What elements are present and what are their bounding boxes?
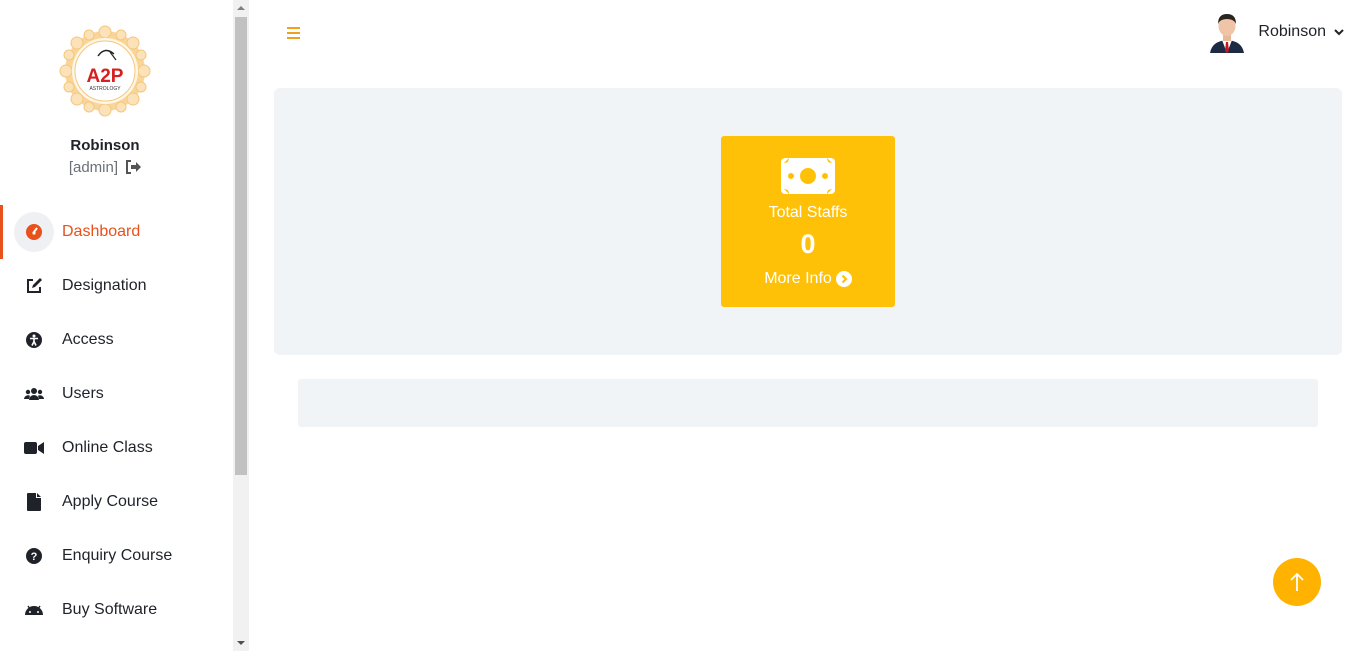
android-icon: [24, 601, 44, 619]
sidebar-item-access[interactable]: Access: [0, 313, 233, 367]
sidebar-item-label: Apply Course: [62, 493, 159, 510]
scroll-down-arrow-icon[interactable]: [233, 635, 249, 651]
sidebar: A2P ASTROLOGY Robinson [admin] Dashboard: [0, 0, 233, 651]
dashboard-gauge-icon: [24, 223, 44, 241]
sidebar-item-online-class[interactable]: Online Class: [0, 421, 233, 475]
stat-card-total-staffs[interactable]: Total Staffs 0 More Info: [721, 136, 895, 307]
sidebar-item-label: Online Class: [62, 439, 153, 456]
users-icon: [24, 385, 44, 403]
brand-logo[interactable]: A2P ASTROLOGY: [58, 24, 152, 118]
sidebar-item-label: Buy Software: [62, 601, 158, 618]
sidebar-item-label: Designation: [62, 277, 147, 294]
logout-icon[interactable]: [125, 160, 142, 174]
sidebar-scrollbar[interactable]: [233, 0, 249, 651]
stat-value: 0: [800, 229, 816, 259]
file-icon: [24, 493, 44, 511]
svg-text:ASTROLOGY: ASTROLOGY: [89, 86, 121, 92]
sidebar-item-dashboard[interactable]: Dashboard: [0, 205, 233, 259]
question-circle-icon: ?: [24, 547, 44, 565]
sidebar-item-label: Access: [62, 331, 114, 348]
more-info-link[interactable]: More Info: [721, 270, 895, 288]
sidebar-item-label: Users: [62, 385, 104, 402]
sidebar-item-label: Enquiry Course: [62, 547, 173, 564]
profile-name: Robinson: [70, 137, 140, 154]
svg-text:A2P: A2P: [87, 66, 124, 87]
edit-icon: [24, 277, 44, 295]
profile-role: [admin]: [0, 159, 210, 176]
video-icon: [24, 439, 44, 457]
hamburger-menu-icon[interactable]: [285, 24, 303, 42]
avatar: [1210, 14, 1245, 53]
content-panel: [298, 379, 1318, 427]
svg-text:?: ?: [31, 551, 38, 563]
profile-role-text: [admin]: [68, 159, 119, 176]
arrow-circle-right-icon: [835, 271, 852, 287]
scroll-up-arrow-icon[interactable]: [233, 0, 249, 16]
universal-access-icon: [24, 331, 44, 349]
sidebar-item-enquiry-course[interactable]: ? Enquiry Course: [0, 529, 233, 583]
user-menu[interactable]: Robinson: [1208, 10, 1344, 54]
stats-panel: Total Staffs 0 More Info: [274, 88, 1342, 355]
sidebar-item-label: Dashboard: [62, 223, 141, 240]
header-user-name: Robinson: [1258, 23, 1326, 40]
chevron-down-icon: [1334, 29, 1344, 36]
sidebar-item-apply-course[interactable]: Apply Course: [0, 475, 233, 529]
sidebar-item-users[interactable]: Users: [0, 367, 233, 421]
back-to-top-button[interactable]: [1273, 558, 1321, 606]
more-info-label: More Info: [764, 270, 832, 287]
sidebar-item-designation[interactable]: Designation: [0, 259, 233, 313]
stat-label: Total Staffs: [768, 204, 848, 221]
sidebar-nav: Dashboard Designation Access Users Onlin…: [0, 205, 233, 637]
money-bill-icon: [781, 158, 835, 194]
scrollbar-thumb[interactable]: [235, 17, 247, 475]
sidebar-item-buy-software[interactable]: Buy Software: [0, 583, 233, 637]
arrow-up-icon: [1290, 572, 1304, 591]
